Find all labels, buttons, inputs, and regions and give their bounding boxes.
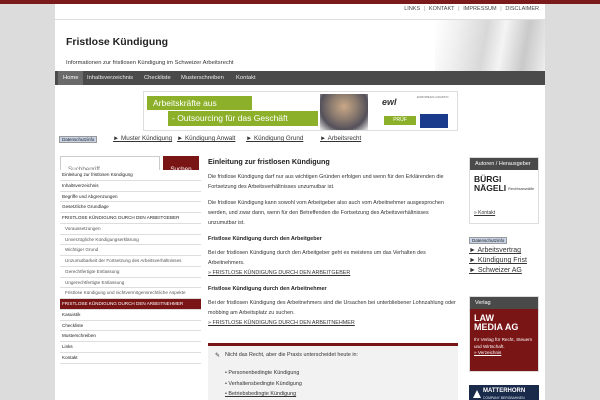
sidebar-item[interactable]: Inhaltsverzeichnis — [60, 180, 201, 192]
publisher-description: Ihr Verlag für Recht, Steuern und Wirtsc… — [474, 337, 533, 349]
ad-headline: Arbeitskräfte aus Osteuropa — [147, 96, 252, 122]
sidebar-item[interactable]: FRISTLOSE KÜNDIGUNG DURCH DEN ARBEITNEHM… — [60, 299, 201, 310]
adlink-label: Kündigung Grund — [253, 135, 304, 142]
sidebar-item[interactable]: Unverzügliche Kündigungserklärung — [60, 234, 201, 246]
sidebar-item[interactable]: FRISTLOSE KÜNDIGUNG DURCH DEN ARBEITGEBE… — [60, 213, 201, 224]
law-media-logo[interactable]: LAW MEDIA AG — [474, 314, 518, 332]
ad-logo-subtitle: EUROPEAN LOGISTIC — [417, 95, 449, 99]
adlink-kuendigung-frist[interactable]: ► Kündigung Frist — [469, 256, 539, 266]
logo-text: MEDIA AG — [474, 322, 519, 332]
page-title: Einleitung zur fristlosen Kündigung — [208, 157, 330, 166]
eu-flag-icon — [420, 114, 448, 128]
sidebar-item[interactable]: Einleitung zur fristlosen Kündigung — [60, 170, 201, 181]
logo-text: NÄGELI — [474, 183, 507, 193]
page-container: LINKS | KONTAKT | IMPRESSUM | DISCLAIMER… — [55, 4, 545, 400]
list-item: Verhaltensbedingte Kündigung — [225, 379, 301, 390]
adlink-label: Arbeitsvertrag — [477, 247, 522, 254]
ad-check-button[interactable]: PRÜF — [384, 116, 416, 125]
ad-person-image — [320, 94, 368, 130]
authors-contact-link[interactable]: » Kontakt — [474, 210, 495, 216]
nav-item-inhaltsverzeichnis[interactable]: Inhaltsverzeichnis — [82, 71, 138, 85]
sidebar-item[interactable]: Fristlose Kündigung und nichtvermögensre… — [60, 288, 201, 299]
right-ad-links: Datenschutzinfo ► Arbeitsvertrag ► Kündi… — [469, 237, 539, 276]
ad-subline: - Outsourcing für das Geschäft — [168, 111, 318, 126]
adlink-arbeitsvertrag[interactable]: ► Arbeitsvertrag — [469, 246, 539, 256]
ad-banner[interactable]: Arbeitskräfte aus Osteuropa - Outsourcin… — [143, 91, 458, 131]
separator: | — [500, 6, 502, 12]
nav-item-home[interactable]: Home — [58, 71, 84, 85]
header-image — [435, 20, 545, 72]
publisher-widget: Verlag LAW MEDIA AG Ihr Verlag für Recht,… — [469, 296, 539, 372]
buergi-naegeli-logo[interactable]: BÜRGI NÄGELI Rechtsanwälte — [474, 175, 536, 199]
logo-subtitle: Rechtsanwälte — [508, 186, 535, 191]
sidebar-item[interactable]: Wichtiger Grund — [60, 245, 201, 256]
adlink-label: Kündigung Anwalt — [184, 135, 236, 142]
top-link-kontakt[interactable]: KONTAKT — [429, 6, 455, 12]
adlink-label: Arbeitsrecht — [327, 135, 362, 142]
practice-note-box: ✎ Nicht das Recht, aber die Praxis unter… — [208, 343, 458, 400]
subheading-arbeitgeber: Fristlose Kündigung durch den Arbeitgebe… — [208, 236, 322, 242]
publisher-directory-link[interactable]: » Verzeichnis — [474, 350, 501, 355]
top-link-impressum[interactable]: IMPRESSUM — [463, 6, 496, 12]
link-arbeitgeber[interactable]: » FRISTLOSE KÜNDIGUNG DURCH DEN ARBEITGE… — [208, 270, 458, 276]
ad-title: MATTERHORN — [483, 388, 526, 394]
adlink-muster-kuendigung[interactable]: ► Muster Kündigung — [113, 135, 172, 142]
adlink-label: Muster Kündigung — [120, 135, 173, 142]
sidebar-item[interactable]: Checkliste — [60, 320, 201, 332]
list-item: Personenbedingte Kündigung — [225, 368, 302, 379]
authors-widget-title: Autoren / Herausgeber — [470, 158, 538, 170]
sidebar-item[interactable]: Voraussetzungen — [60, 223, 201, 235]
ad-logo: ewl — [382, 97, 397, 107]
sidebar-item[interactable]: Ungerechtfertigte Entlassung — [60, 277, 201, 289]
sidebar-item[interactable]: Begriffe und Abgrenzungen — [60, 191, 201, 203]
ad-subtitle: COMPANY BERGBAHNEN — [483, 396, 525, 400]
list-item[interactable]: Betriebsbedingte Kündigung — [225, 389, 302, 400]
nav-item-musterschreiben[interactable]: Musterschreiben — [176, 71, 229, 85]
link-arbeitnehmer[interactable]: » FRISTLOSE KÜNDIGUNG DURCH DEN ARBEITNE… — [208, 320, 458, 326]
top-link-disclaimer[interactable]: DISCLAIMER — [505, 6, 539, 12]
separator: | — [423, 6, 426, 12]
adlink-label: Schweizer AG — [477, 267, 522, 274]
site-header: Fristlose Kündigung Informationen zur fr… — [55, 19, 545, 72]
sidebar-item[interactable]: Kasuistik — [60, 309, 201, 321]
matterhorn-ad[interactable]: MATTERHORN COMPANY BERGBAHNEN — [469, 385, 539, 400]
sidebar-item[interactable]: Links — [60, 342, 201, 353]
paragraph-arbeitgeber: Bei der fristlosen Kündigung durch den A… — [208, 250, 426, 266]
sidebar-item[interactable]: Gesetzliche Grundlage — [60, 202, 201, 213]
nav-item-kontakt[interactable]: Kontakt — [231, 71, 261, 85]
adlink-arbeitsrecht[interactable]: ► Arbeitsrecht — [320, 135, 361, 142]
logo-line: BÜRGI NÄGELI — [474, 175, 506, 193]
adlink-kuendigung-anwalt[interactable]: ► Kündigung Anwalt — [177, 135, 235, 142]
sidebar-menu: Einleitung zur fristlosen Kündigung Inhal… — [60, 170, 201, 364]
site-tagline: Informationen zur fristlosen Kündigung i… — [66, 60, 234, 66]
sidebar-item[interactable]: Unzumutbarkeit der Fortsetzung des Arbei… — [60, 256, 201, 267]
paragraph-arbeitnehmer: Bei der fristlosen Kündigung des Arbeitn… — [208, 300, 456, 316]
paragraph-intro: Die fristlose Kündigung darf nur aus wic… — [208, 174, 444, 190]
paragraph-both-parties: Die fristlose Kündigung kann sowohl vom … — [208, 200, 444, 226]
sidebar-item[interactable]: Kontakt — [60, 352, 201, 364]
adlink-schweizer-ag[interactable]: ► Schweizer AG — [469, 266, 539, 276]
site-title[interactable]: Fristlose Kündigung — [66, 36, 168, 48]
publisher-widget-title: Verlag — [470, 297, 538, 309]
authors-widget: Autoren / Herausgeber BÜRGI NÄGELI Rechts… — [469, 157, 539, 224]
ad-link-bar: Datenschutzinfo ► Muster Kündigung ► Kün… — [55, 135, 545, 145]
main-nav: Home Inhaltsverzeichnis Checkliste Muste… — [55, 71, 545, 85]
note-text: Nicht das Recht, aber die Praxis untersc… — [225, 352, 359, 358]
adlink-kuendigung-grund[interactable]: ► Kündigung Grund — [246, 135, 303, 142]
separator: | — [458, 6, 460, 12]
publisher-text: Ihr Verlag für Recht, Steuern und Wirtsc… — [474, 337, 536, 357]
subheading-arbeitnehmer: Fristlose Kündigung durch den Arbeitnehm… — [208, 286, 327, 292]
sidebar-item[interactable]: Musterschreiben — [60, 331, 201, 342]
top-links: LINKS | KONTAKT | IMPRESSUM | DISCLAIMER — [55, 6, 545, 18]
main-content: Einleitung zur fristlosen Kündigung Die … — [208, 157, 458, 326]
adlink-label: Kündigung Frist — [477, 257, 527, 264]
nav-item-checkliste[interactable]: Checkliste — [139, 71, 176, 85]
sidebar-item[interactable]: Gerechtfertigte Entlassung — [60, 266, 201, 278]
termination-types-list: Personenbedingte Kündigung Verhaltensbed… — [225, 368, 302, 400]
top-link-links[interactable]: LINKS — [404, 6, 420, 12]
mountain-icon — [473, 390, 481, 398]
privacy-info-badge[interactable]: Datenschutzinfo — [469, 237, 508, 244]
pin-icon: ✎ — [215, 353, 221, 359]
privacy-info-badge[interactable]: Datenschutzinfo — [59, 136, 98, 143]
